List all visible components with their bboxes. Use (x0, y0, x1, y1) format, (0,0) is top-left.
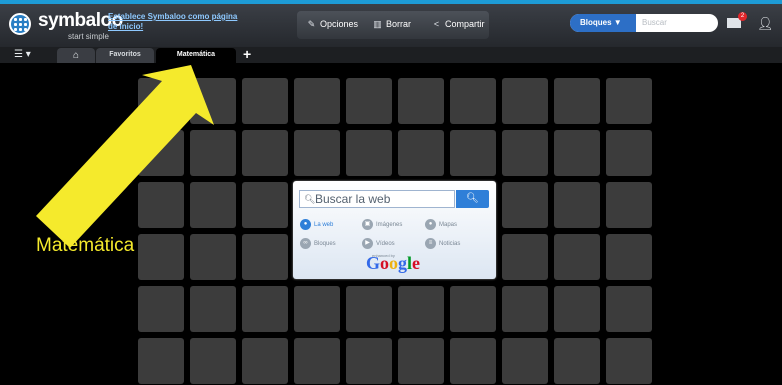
arrow-shape (36, 65, 214, 248)
annotation-label: Matemática (36, 235, 135, 256)
annotation-arrow-icon (36, 65, 214, 248)
